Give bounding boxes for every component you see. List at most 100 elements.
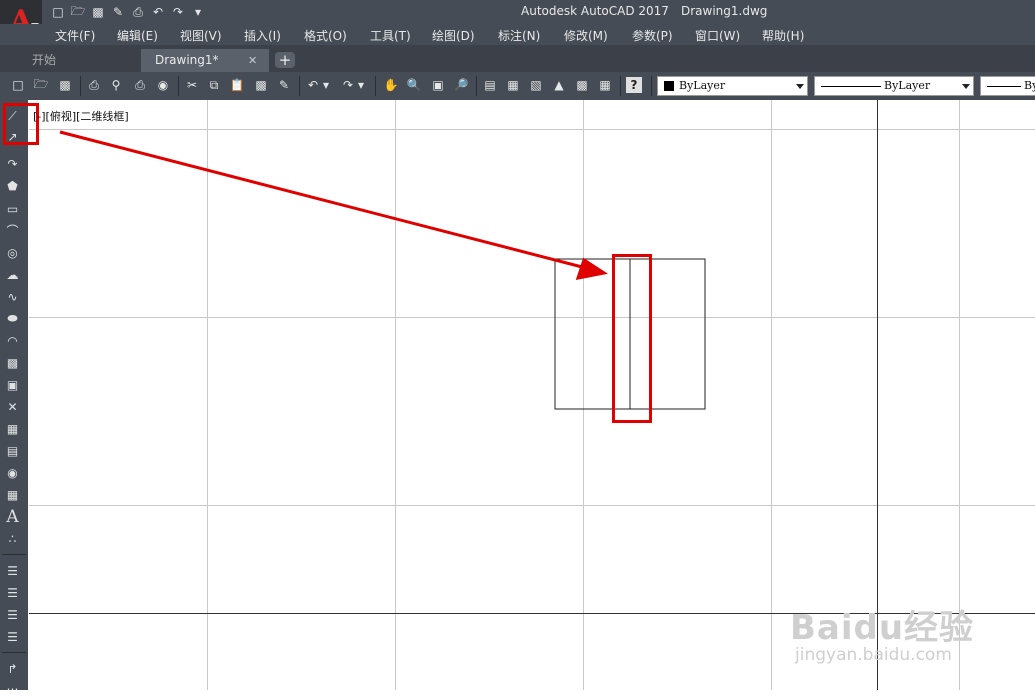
menu-insert[interactable]: 插入(I) bbox=[244, 27, 281, 44]
design-center-icon[interactable]: ▦ bbox=[505, 77, 521, 93]
viewport-controls-label[interactable]: [-][俯视][二维线框] bbox=[33, 108, 129, 124]
save-icon[interactable]: ▩ bbox=[57, 77, 73, 93]
sheet-set-icon[interactable]: ▲ bbox=[551, 77, 567, 93]
app-title: Autodesk AutoCAD 2017 bbox=[521, 4, 669, 18]
layer-properties-icon[interactable]: ☰ bbox=[4, 562, 21, 579]
layer-match-icon[interactable]: ☰ bbox=[4, 628, 21, 645]
color-swatch bbox=[664, 81, 674, 91]
copy-icon[interactable]: ⧉ bbox=[206, 77, 222, 93]
redo-icon[interactable]: ↷ bbox=[340, 77, 356, 93]
quick-access-toolbar: □ 🗁 ▩ ✎ ⎙ ↶ ↷ ▾ bbox=[50, 2, 206, 22]
pan-icon[interactable]: ✋ bbox=[383, 77, 399, 93]
calculator-icon[interactable]: ▦ bbox=[597, 77, 613, 93]
open-icon[interactable]: 🗁 bbox=[33, 77, 49, 93]
plot-preview-icon[interactable]: ⚲ bbox=[108, 77, 124, 93]
paste-icon[interactable]: 📋 bbox=[229, 77, 245, 93]
tool-palettes-icon[interactable]: ▧ bbox=[528, 77, 544, 93]
redo-dropdown-icon[interactable]: ▾ bbox=[357, 77, 365, 93]
menu-tools[interactable]: 工具(T) bbox=[370, 27, 411, 44]
toolbar-divider bbox=[2, 554, 26, 555]
publish-icon[interactable]: ⎙ bbox=[132, 77, 148, 93]
menu-bar: 文件(F) 编辑(E) 视图(V) 插入(I) 格式(O) 工具(T) 绘图(D… bbox=[0, 24, 1035, 45]
match-properties-icon[interactable]: ▩ bbox=[253, 77, 269, 93]
cut-icon[interactable]: ✂ bbox=[184, 77, 200, 93]
point-icon[interactable]: ✕ bbox=[4, 398, 21, 415]
draw-toolbar: ⟋ ↗ ↷ ⬟ ▭ ⌒ ◎ ☁ ∿ ⬬ ◠ ▩ ▣ ✕ ▦ ▤ ◉ ▦ A ∴ … bbox=[0, 100, 28, 696]
make-block-icon[interactable]: ▣ bbox=[4, 376, 21, 393]
polyline-icon[interactable]: ↷ bbox=[4, 155, 21, 172]
close-tab-icon[interactable]: ✕ bbox=[248, 49, 257, 72]
layer-previous-icon[interactable]: ☰ bbox=[4, 606, 21, 623]
menu-view[interactable]: 视图(V) bbox=[180, 27, 222, 44]
customize-chevron-icon[interactable]: ▾ bbox=[190, 4, 206, 20]
color-value: ByLayer bbox=[679, 79, 726, 92]
multiline-text-icon[interactable]: A bbox=[4, 507, 21, 527]
more-tools-icon[interactable]: ⋯ bbox=[4, 680, 21, 697]
menu-file[interactable]: 文件(F) bbox=[55, 27, 95, 44]
new-file-icon[interactable]: □ bbox=[50, 4, 66, 20]
lineweight-value: By bbox=[1024, 79, 1035, 92]
construction-line-icon[interactable]: ↗ bbox=[4, 128, 21, 145]
redo-icon[interactable]: ↷ bbox=[170, 4, 186, 20]
rectangle-icon[interactable]: ▭ bbox=[4, 200, 21, 217]
undo-dropdown-icon[interactable]: ▾ bbox=[322, 77, 330, 93]
zoom-realtime-icon[interactable]: 🔍 bbox=[406, 77, 422, 93]
baidu-watermark: Baidu经验 bbox=[790, 608, 975, 648]
linetype-value: ByLayer bbox=[884, 79, 931, 92]
ellipse-icon[interactable]: ⬬ bbox=[4, 310, 21, 327]
revision-cloud-icon[interactable]: ☁ bbox=[4, 266, 21, 283]
block-editor-icon[interactable]: ✎ bbox=[276, 77, 292, 93]
baidu-watermark-url: jingyan.baidu.com bbox=[795, 645, 952, 665]
tab-start[interactable]: 开始 bbox=[10, 49, 140, 72]
undo-icon[interactable]: ↶ bbox=[150, 4, 166, 20]
chevron-down-icon bbox=[962, 84, 970, 89]
lineweight-control-select[interactable]: By bbox=[980, 76, 1035, 96]
menu-draw[interactable]: 绘图(D) bbox=[432, 27, 475, 44]
new-tab-button[interactable]: + bbox=[275, 52, 295, 68]
color-control-select[interactable]: ByLayer bbox=[657, 76, 808, 96]
add-selected-icon[interactable]: ∴ bbox=[4, 530, 21, 547]
tab-drawing1[interactable]: Drawing1* ✕ bbox=[141, 49, 269, 72]
menu-modify[interactable]: 修改(M) bbox=[564, 27, 608, 44]
file-title: Drawing1.dwg bbox=[681, 4, 768, 18]
tab-start-label: 开始 bbox=[32, 53, 57, 67]
standard-toolbar: □ 🗁 ▩ ⎙ ⚲ ⎙ ◉ ✂ ⧉ 📋 ▩ ✎ ↶ ▾ ↷ ▾ ✋ 🔍 ▣ 🔎 … bbox=[0, 72, 1035, 100]
fillet-icon[interactable]: ↱ bbox=[4, 660, 21, 677]
file-tab-bar: 开始 Drawing1* ✕ bbox=[0, 45, 1035, 72]
save-icon[interactable]: ▩ bbox=[90, 4, 106, 20]
linetype-control-select[interactable]: ByLayer bbox=[814, 76, 974, 96]
chevron-down-icon bbox=[796, 84, 804, 89]
menu-edit[interactable]: 编辑(E) bbox=[117, 27, 158, 44]
ellipse-arc-icon[interactable]: ◠ bbox=[4, 332, 21, 349]
menu-format[interactable]: 格式(O) bbox=[304, 27, 347, 44]
3d-dwf-icon[interactable]: ◉ bbox=[155, 77, 171, 93]
print-icon[interactable]: ⎙ bbox=[130, 4, 146, 20]
open-file-icon[interactable]: 🗁 bbox=[70, 4, 86, 20]
arc-icon[interactable]: ⌒ bbox=[4, 222, 21, 239]
insert-block-icon[interactable]: ▩ bbox=[4, 354, 21, 371]
region-icon[interactable]: ◉ bbox=[4, 464, 21, 481]
help-icon[interactable]: ? bbox=[626, 77, 642, 93]
undo-icon[interactable]: ↶ bbox=[305, 77, 321, 93]
polygon-icon[interactable]: ⬟ bbox=[4, 177, 21, 194]
zoom-previous-icon[interactable]: 🔎 bbox=[453, 77, 469, 93]
menu-window[interactable]: 窗口(W) bbox=[695, 27, 740, 44]
new-icon[interactable]: □ bbox=[10, 77, 26, 93]
save-as-icon[interactable]: ✎ bbox=[110, 4, 126, 20]
spline-icon[interactable]: ∿ bbox=[4, 288, 21, 305]
menu-help[interactable]: 帮助(H) bbox=[762, 27, 804, 44]
hatch-icon[interactable]: ▦ bbox=[4, 420, 21, 437]
menu-parametric[interactable]: 参数(P) bbox=[632, 27, 673, 44]
linetype-sample bbox=[821, 86, 881, 87]
line-icon[interactable]: ⟋ bbox=[4, 108, 21, 125]
properties-icon[interactable]: ▤ bbox=[482, 77, 498, 93]
circle-icon[interactable]: ◎ bbox=[4, 244, 21, 261]
zoom-window-icon[interactable]: ▣ bbox=[430, 77, 446, 93]
lineweight-sample bbox=[987, 86, 1021, 87]
table-icon[interactable]: ▦ bbox=[4, 486, 21, 503]
gradient-icon[interactable]: ▤ bbox=[4, 442, 21, 459]
layer-states-icon[interactable]: ☰ bbox=[4, 584, 21, 601]
menu-dimension[interactable]: 标注(N) bbox=[498, 27, 540, 44]
plot-icon[interactable]: ⎙ bbox=[86, 77, 102, 93]
markup-icon[interactable]: ▩ bbox=[574, 77, 590, 93]
